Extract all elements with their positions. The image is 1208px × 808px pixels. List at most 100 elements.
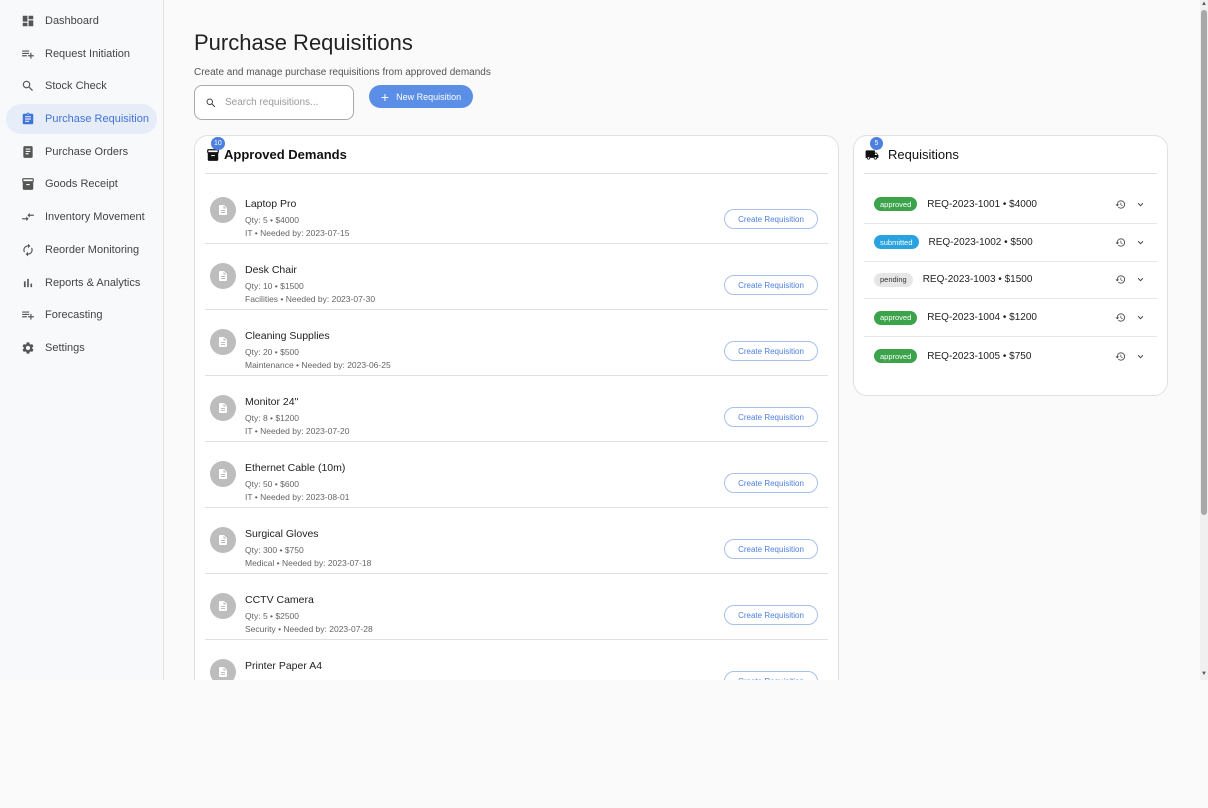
chevron-down-icon[interactable] — [1134, 350, 1147, 363]
sidebar-item-stock-check[interactable]: Stock Check — [6, 71, 157, 101]
status-badge: submitted — [874, 235, 919, 250]
requisition-text: REQ-2023-1004 • $1200 — [927, 312, 1037, 324]
scroll-thumb[interactable] — [1201, 10, 1207, 515]
create-requisition-button[interactable]: Create Requisition — [724, 407, 818, 427]
search-input[interactable] — [225, 97, 345, 108]
create-requisition-button[interactable]: Create Requisition — [724, 671, 818, 680]
gear-icon — [20, 340, 36, 356]
sidebar-item-settings[interactable]: Settings — [6, 333, 157, 363]
page-subtitle: Create and manage purchase requisitions … — [194, 67, 491, 78]
requisitions-header: 5 Requisitions — [864, 136, 1157, 174]
demand-name: Monitor 24" — [245, 396, 299, 408]
create-requisition-button[interactable]: Create Requisition — [724, 605, 818, 625]
sidebar-item-dashboard[interactable]: Dashboard — [6, 6, 157, 36]
sidebar-item-purchase-requisition[interactable]: Purchase Requisition — [6, 104, 157, 135]
search-box[interactable] — [194, 85, 354, 120]
sidebar-item-forecasting[interactable]: Forecasting — [6, 300, 157, 330]
document-icon — [210, 395, 236, 421]
document-icon — [210, 329, 236, 355]
requisition-item[interactable]: approved REQ-2023-1001 • $4000 — [864, 186, 1157, 224]
status-badge: approved — [874, 310, 918, 325]
sidebar-item-label: Goods Receipt — [45, 178, 118, 191]
demand-item: CCTV Camera Qty: 5 • $2500 Security • Ne… — [205, 574, 828, 640]
requisition-text: REQ-2023-1001 • $4000 — [927, 198, 1037, 210]
history-icon[interactable] — [1114, 198, 1127, 211]
approved-demands-title: Approved Demands — [224, 147, 347, 162]
demand-name: CCTV Camera — [245, 594, 314, 606]
history-icon[interactable] — [1114, 236, 1127, 249]
document-icon — [210, 659, 236, 680]
demand-qty: Qty: 10 • $1500 — [245, 281, 304, 291]
scroll-down-arrow-icon[interactable]: ▼ — [1201, 671, 1207, 677]
history-icon[interactable] — [1114, 311, 1127, 324]
demand-item: Cleaning Supplies Qty: 20 • $500 Mainten… — [205, 310, 828, 376]
sidebar-item-goods-receipt[interactable]: Goods Receipt — [6, 169, 157, 199]
demand-name: Printer Paper A4 — [245, 660, 323, 672]
app-viewport: Dashboard Request Initiation Stock Check… — [0, 0, 1200, 680]
sidebar-item-reports-analytics[interactable]: Reports & Analytics — [6, 268, 157, 298]
document-icon — [210, 461, 236, 487]
document-icon — [210, 197, 236, 223]
demand-item: Laptop Pro Qty: 5 • $4000 IT • Needed by… — [205, 178, 828, 244]
archive-icon — [20, 176, 36, 192]
document-icon — [210, 527, 236, 553]
status-badge: approved — [874, 349, 918, 364]
requisition-item[interactable]: pending REQ-2023-1003 • $1500 — [864, 262, 1157, 300]
sidebar: Dashboard Request Initiation Stock Check… — [0, 0, 164, 680]
playlist-add-icon — [20, 307, 36, 323]
chevron-down-icon[interactable] — [1134, 273, 1147, 286]
requisition-list: approved REQ-2023-1001 • $4000 submitted… — [864, 186, 1157, 375]
sidebar-item-label: Forecasting — [45, 309, 103, 322]
create-requisition-button[interactable]: Create Requisition — [724, 209, 818, 229]
demand-meta: Medical • Needed by: 2023-07-18 — [245, 558, 372, 568]
requisition-item[interactable]: approved REQ-2023-1004 • $1200 — [864, 299, 1157, 338]
requisition-item[interactable]: submitted REQ-2023-1002 • $500 — [864, 224, 1157, 262]
requisition-item[interactable]: approved REQ-2023-1005 • $750 — [864, 337, 1157, 375]
inventory-icon: 10 — [205, 136, 225, 163]
sidebar-item-label: Dashboard — [45, 15, 99, 27]
new-requisition-button[interactable]: + New Requisition — [369, 85, 473, 108]
demand-qty: Qty: 8 • $1200 — [245, 413, 300, 423]
approved-demands-card: 10 Approved Demands Laptop Pro Qty: 5 • … — [194, 135, 839, 680]
chevron-down-icon[interactable] — [1134, 198, 1147, 211]
create-requisition-button[interactable]: Create Requisition — [724, 275, 818, 295]
sidebar-item-inventory-movement[interactable]: Inventory Movement — [6, 202, 157, 232]
page-scrollbar[interactable]: ▲ ▼ — [1200, 0, 1208, 680]
create-requisition-button[interactable]: Create Requisition — [724, 341, 818, 361]
demand-qty: Qty: 50 • $600 — [245, 479, 300, 489]
requisitions-title: Requisitions — [888, 147, 959, 162]
chevron-down-icon[interactable] — [1134, 236, 1147, 249]
document-icon — [210, 263, 236, 289]
chevron-down-icon[interactable] — [1134, 311, 1147, 324]
create-requisition-button[interactable]: Create Requisition — [724, 473, 818, 493]
history-icon[interactable] — [1114, 273, 1127, 286]
demand-name: Laptop Pro — [245, 198, 297, 210]
demand-name: Surgical Gloves — [245, 528, 319, 540]
demand-item: Ethernet Cable (10m) Qty: 50 • $600 IT •… — [205, 442, 828, 508]
create-requisition-button[interactable]: Create Requisition — [724, 539, 818, 559]
demand-item: Desk Chair Qty: 10 • $1500 Facilities • … — [205, 244, 828, 310]
truck-icon: 5 — [864, 136, 883, 163]
demand-item: Surgical Gloves Qty: 300 • $750 Medical … — [205, 508, 828, 574]
sidebar-item-purchase-orders[interactable]: Purchase Orders — [6, 137, 157, 167]
demand-qty: Qty: 20 • $500 — [245, 347, 300, 357]
status-badge: approved — [874, 197, 918, 212]
sidebar-item-reorder-monitoring[interactable]: Reorder Monitoring — [6, 235, 157, 265]
requisition-text: REQ-2023-1005 • $750 — [927, 350, 1032, 362]
demand-qty: Qty: 300 • $750 — [245, 545, 304, 555]
demand-name: Desk Chair — [245, 264, 297, 276]
sidebar-item-request-initiation[interactable]: Request Initiation — [6, 39, 157, 69]
autorenew-icon — [20, 242, 36, 258]
main-content: Purchase Requisitions Create and manage … — [164, 0, 1200, 680]
demand-qty: Qty: 5 • $2500 — [245, 611, 300, 621]
sidebar-item-label: Request Initiation — [45, 47, 130, 60]
history-icon[interactable] — [1114, 350, 1127, 363]
sidebar-item-label: Stock Check — [45, 80, 107, 93]
demand-list: Laptop Pro Qty: 5 • $4000 IT • Needed by… — [205, 178, 828, 680]
search-icon — [206, 98, 216, 107]
plus-icon: + — [380, 88, 390, 105]
scroll-up-arrow-icon[interactable]: ▲ — [1201, 1, 1207, 7]
demand-item: Monitor 24" Qty: 8 • $1200 IT • Needed b… — [205, 376, 828, 442]
requisitions-card: 5 Requisitions approved REQ-2023-1001 • … — [853, 135, 1168, 396]
dashboard-icon — [20, 13, 36, 29]
